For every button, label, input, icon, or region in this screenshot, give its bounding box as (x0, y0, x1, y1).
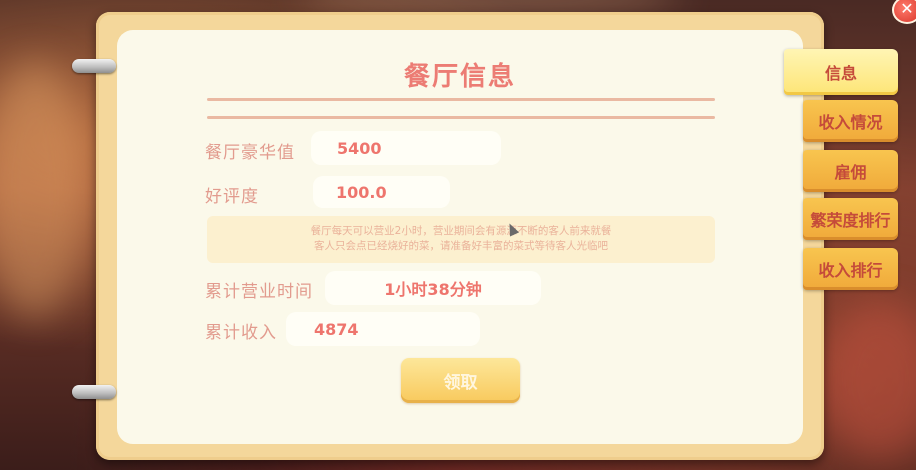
background-glow-left (0, 60, 90, 320)
total-income-value: 4874 (286, 312, 480, 346)
luxury-value: 5400 (311, 131, 501, 165)
notice-line: 客人只会点已经烧好的菜，请准备好丰富的菜式等待客人光临吧 (314, 240, 608, 252)
luxury-label: 餐厅豪华值 (205, 143, 295, 163)
divider (207, 98, 715, 101)
tab-hire[interactable]: 雇佣 (803, 150, 898, 192)
business-time-label: 累计营业时间 (205, 282, 313, 302)
tab-income-ranking[interactable]: 收入排行 (803, 248, 898, 290)
claim-button[interactable]: 领取 (401, 358, 520, 403)
background-glow-right (820, 300, 916, 460)
tab-prosperity-ranking[interactable]: 繁荣度排行 (803, 198, 898, 240)
total-income-label: 累计收入 (205, 323, 277, 343)
tab-income-status[interactable]: 收入情况 (803, 100, 898, 142)
notice-line: 餐厅每天可以营业2小时，营业期间会有源源不断的客人前来就餐 (310, 225, 612, 237)
business-time-value: 1小时38分钟 (325, 271, 541, 305)
rating-value: 100.0 (313, 176, 450, 208)
close-button[interactable]: ✕ (892, 0, 916, 24)
divider (207, 116, 715, 119)
notice-box: 餐厅每天可以营业2小时，营业期间会有源源不断的客人前来就餐 客人只会点已经烧好的… (207, 216, 715, 263)
binder-ring-icon (72, 385, 116, 399)
tab-info[interactable]: 信息 (784, 49, 898, 95)
rating-label: 好评度 (205, 187, 259, 207)
binder-ring-icon (72, 59, 116, 73)
panel-title: 餐厅信息 (403, 62, 516, 92)
